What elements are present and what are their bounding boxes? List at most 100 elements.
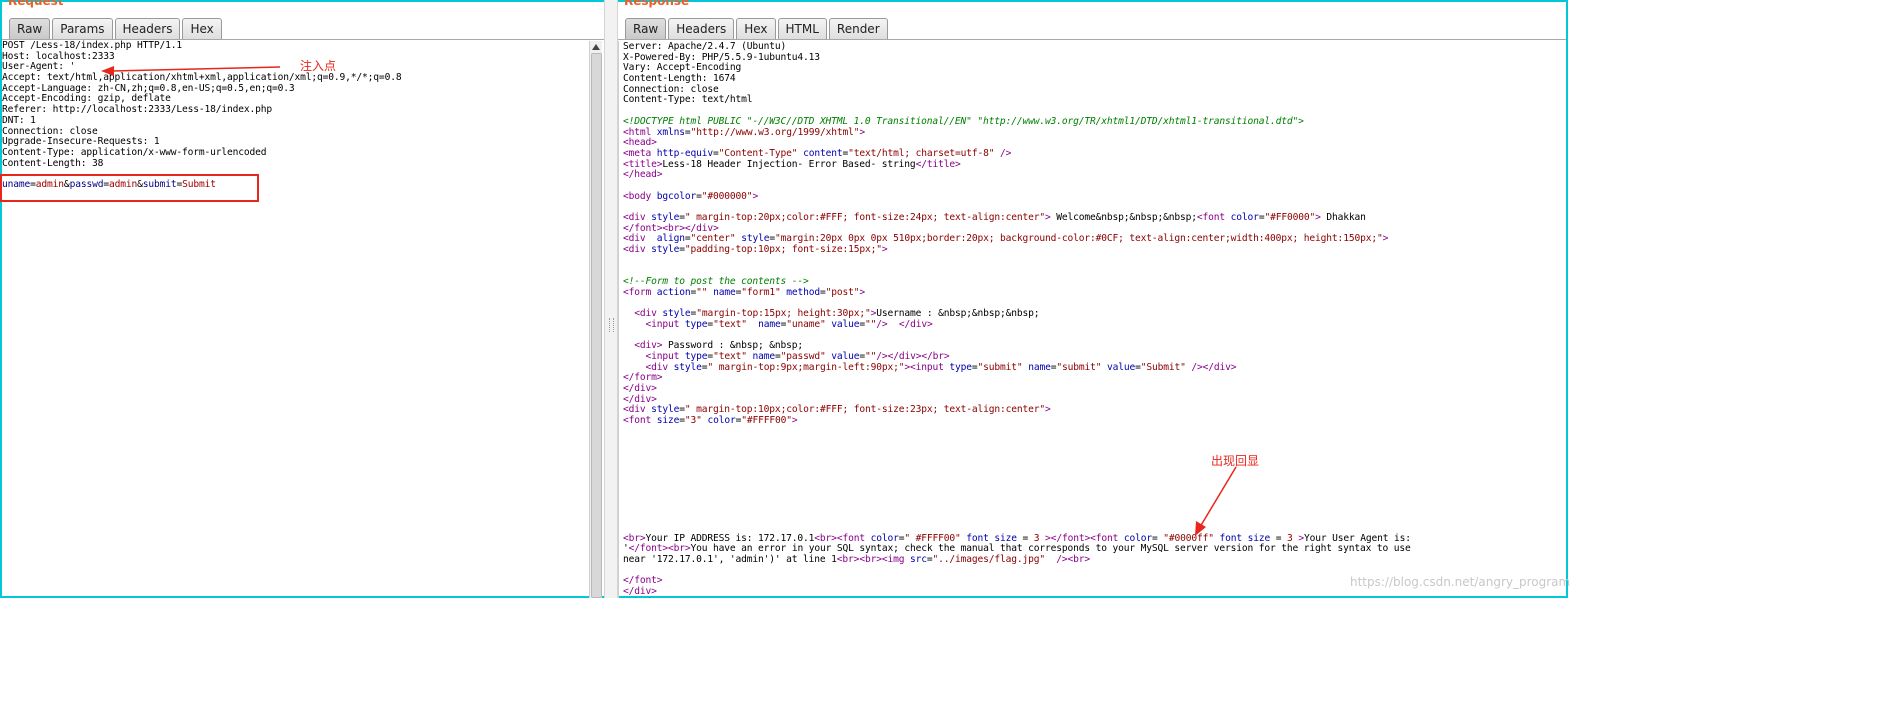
request-scrollbar[interactable] bbox=[589, 41, 602, 598]
response-token: </div> bbox=[623, 393, 657, 405]
response-token bbox=[888, 319, 899, 330]
response-token: name bbox=[1022, 361, 1051, 373]
response-token: <head> bbox=[623, 137, 657, 149]
response-token: style bbox=[645, 212, 680, 223]
response-token: <div bbox=[634, 308, 657, 320]
response-token: " margin-top:20px;color:#FFF; font-size:… bbox=[684, 212, 1045, 223]
response-token: X-Powered-By: PHP/5.5.9-1ubuntu4.13 bbox=[623, 51, 820, 63]
response-token: "padding-top:10px; font-size:15px;" bbox=[684, 244, 882, 256]
request-tab-params[interactable]: Params bbox=[52, 18, 113, 39]
response-token: <!DOCTYPE html PUBLIC "-//W3C//DTD XHTML… bbox=[623, 115, 1304, 127]
response-token: You have an error in your SQL syntax; ch… bbox=[690, 543, 1411, 555]
request-tab-raw[interactable]: Raw bbox=[9, 18, 51, 39]
response-line bbox=[623, 448, 1411, 459]
response-token: > bbox=[1292, 532, 1304, 544]
response-token: Password : &nbsp; &nbsp; bbox=[662, 340, 804, 352]
response-token: method bbox=[780, 286, 820, 298]
response-token: <font bbox=[836, 532, 865, 544]
response-token: "#FFFF00" bbox=[741, 415, 792, 427]
response-line bbox=[623, 480, 1411, 491]
response-token: </div> bbox=[623, 383, 657, 394]
response-line: Content-Length: 1674 bbox=[623, 73, 1411, 85]
response-title: Response bbox=[624, 0, 690, 8]
response-token: "http://www.w3.org/1999/xhtml" bbox=[690, 126, 860, 138]
response-token: </br> bbox=[921, 350, 950, 362]
request-line: Content-Length: 38 bbox=[2, 157, 104, 169]
response-token: "text" bbox=[713, 318, 747, 330]
response-token: > bbox=[859, 126, 865, 138]
response-tab-divider bbox=[618, 39, 1566, 40]
response-line: </font> bbox=[623, 576, 1411, 587]
response-token: <div bbox=[623, 244, 646, 256]
response-tab-render[interactable]: Render bbox=[828, 18, 888, 39]
response-tab-hex[interactable]: Hex bbox=[736, 18, 776, 39]
response-line: Vary: Accept-Encoding bbox=[623, 63, 1411, 74]
response-token: > bbox=[1382, 233, 1389, 245]
response-token: "#0000ff" bbox=[1163, 532, 1214, 544]
response-token: "post" bbox=[825, 286, 860, 298]
response-token: Content-Length: 1674 bbox=[623, 73, 736, 85]
response-token: </title> bbox=[915, 158, 961, 170]
response-token: Vary: Accept-Encoding bbox=[623, 62, 742, 74]
request-line: DNT: 1 bbox=[2, 114, 36, 126]
response-token: </font> bbox=[628, 543, 669, 555]
response-viewer[interactable]: Server: Apache/2.4.7 (Ubuntu) X-Powered-B… bbox=[623, 41, 1411, 598]
response-token bbox=[623, 351, 646, 362]
response-token: "Submit" bbox=[1140, 361, 1186, 373]
response-token: </div> bbox=[898, 318, 933, 330]
pane-splitter[interactable] bbox=[604, 0, 618, 598]
echo-shown-note: 出现回显 bbox=[1211, 454, 1260, 468]
response-token: align bbox=[645, 233, 685, 245]
response-tab-html[interactable]: HTML bbox=[777, 18, 827, 39]
injection-point-note: 注入点 bbox=[300, 59, 337, 73]
response-token: </div> bbox=[684, 222, 719, 234]
response-token: <body bbox=[623, 190, 652, 202]
response-token: </form> bbox=[623, 372, 663, 384]
response-line: <div style="padding-top:10px; font-size:… bbox=[623, 244, 1411, 256]
response-line: <body bgcolor="#000000"> bbox=[623, 190, 1411, 203]
response-token: name bbox=[746, 318, 781, 330]
request-editor[interactable]: POST /Less-18/index.php HTTP/1.1 Host: lo… bbox=[2, 40, 402, 191]
response-token: </font> bbox=[1050, 532, 1091, 544]
response-token: Dhakkan bbox=[1320, 212, 1366, 223]
response-token: "" bbox=[696, 286, 708, 298]
response-line: </form> bbox=[623, 372, 1411, 384]
response-token: Less-18 Header Injection- Error Based- s… bbox=[662, 158, 916, 170]
response-token: "" bbox=[865, 318, 877, 330]
request-tab-hex[interactable]: Hex bbox=[182, 18, 222, 39]
response-tabs: Raw Headers Hex HTML Render bbox=[625, 18, 890, 39]
response-line: <div style=" margin-top:20px;color:#FFF;… bbox=[623, 212, 1411, 224]
response-token: > bbox=[752, 190, 759, 202]
response-token: /> bbox=[876, 350, 888, 362]
response-token: "margin:20px 0px 0px 510px;border:20px; … bbox=[774, 233, 1383, 245]
response-line: </div> bbox=[623, 586, 1411, 598]
response-token: <br> bbox=[668, 543, 691, 555]
response-token: font size bbox=[960, 532, 1017, 544]
response-line: <html xmlns="http://www.w3.org/1999/xhtm… bbox=[623, 126, 1411, 139]
response-token: <form bbox=[623, 286, 652, 298]
response-token: name bbox=[707, 286, 736, 298]
response-token: "" bbox=[865, 350, 877, 362]
request-scrollbar-thumb[interactable] bbox=[591, 53, 602, 598]
response-tab-headers[interactable]: Headers bbox=[668, 18, 735, 39]
response-token bbox=[623, 319, 646, 330]
response-token: "submit" bbox=[1056, 361, 1102, 373]
response-token: <br> bbox=[859, 554, 882, 565]
response-token: xmlns bbox=[651, 126, 685, 138]
scroll-up-arrow-icon[interactable] bbox=[592, 44, 600, 50]
response-tab-raw[interactable]: Raw bbox=[625, 18, 667, 39]
response-token: "submit" bbox=[977, 361, 1023, 373]
response-token: type bbox=[943, 361, 972, 373]
response-token: </div> bbox=[887, 350, 922, 362]
request-tabs: Raw Params Headers Hex bbox=[9, 18, 224, 39]
response-line bbox=[623, 437, 1411, 448]
response-token: > bbox=[1044, 404, 1051, 416]
response-token: Your IP ADDRESS is: 172.17.0.1 bbox=[645, 532, 815, 544]
splitter-grip-icon[interactable] bbox=[609, 318, 614, 332]
response-token: value bbox=[1101, 361, 1136, 373]
request-tab-headers[interactable]: Headers bbox=[114, 18, 181, 39]
response-token: type bbox=[679, 318, 708, 330]
response-token: style bbox=[656, 308, 691, 320]
response-token: </font> bbox=[623, 222, 663, 234]
response-token bbox=[623, 340, 634, 351]
